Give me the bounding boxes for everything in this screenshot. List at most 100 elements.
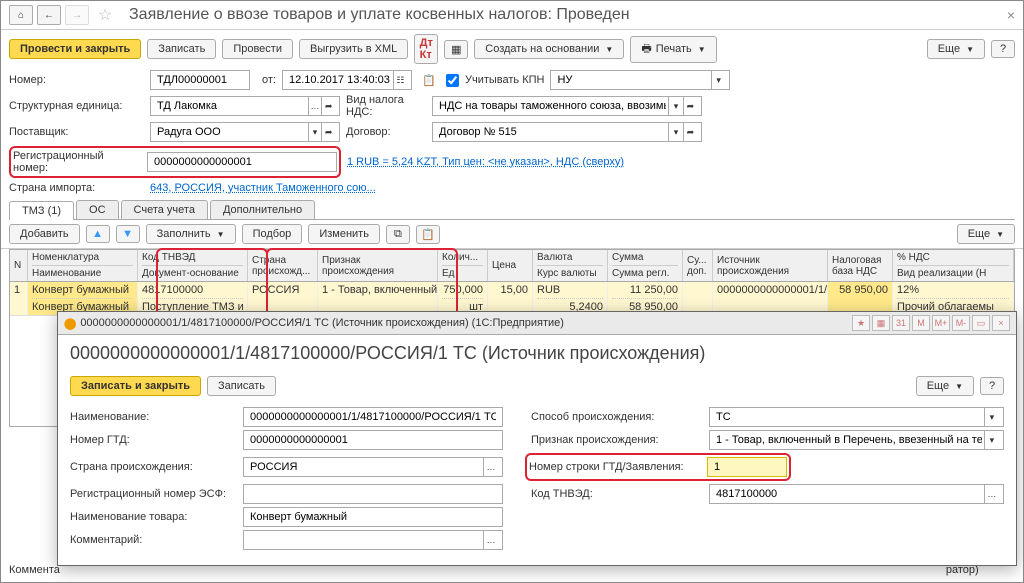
kpn-checkbox[interactable]: Учитывать КПН	[442, 71, 545, 90]
date-label: от:	[262, 74, 276, 86]
country-label: Страна происхождения:	[70, 461, 235, 473]
print-button[interactable]: 🖶 Печать▼	[630, 36, 716, 63]
add-button[interactable]: Добавить	[9, 224, 80, 244]
vat-label: Вид налога НДС:	[346, 94, 426, 118]
comment-label: Комментарий:	[70, 534, 235, 546]
back-icon[interactable]: ←	[37, 5, 61, 25]
reg-label: Регистрационный номер:	[13, 150, 141, 174]
copy-icon[interactable]: ⧉	[386, 225, 410, 244]
date-input[interactable]: ☷	[282, 70, 412, 90]
good-label: Наименование товара:	[70, 511, 235, 523]
name-label: Наименование:	[70, 411, 235, 423]
reg-highlight: Регистрационный номер:	[9, 146, 341, 178]
home-icon[interactable]: ⌂	[9, 5, 33, 25]
col-sign[interactable]: Признак происхождения	[318, 250, 438, 281]
write-button[interactable]: Записать	[147, 39, 216, 59]
edit-button[interactable]: Изменить	[308, 224, 380, 244]
dlg-save-close-button[interactable]: Записать и закрыть	[70, 376, 201, 396]
more-button[interactable]: Еще▼	[927, 39, 985, 59]
mplus-icon[interactable]: M+	[932, 315, 950, 331]
tab-tmz[interactable]: ТМЗ (1)	[9, 201, 74, 220]
dt-kt-icon[interactable]: ДтКт	[414, 34, 438, 64]
move-down-icon[interactable]: ▼	[116, 225, 140, 243]
mminus-icon[interactable]: M-	[952, 315, 970, 331]
forward-icon[interactable]: →	[65, 5, 89, 25]
star-icon[interactable]: ☆	[93, 5, 117, 25]
import-country-link[interactable]: 643, РОССИЯ, участник Таможенного сою...	[150, 182, 376, 194]
dlg-close-icon[interactable]: ×	[992, 315, 1010, 331]
col-n[interactable]: N	[10, 250, 28, 281]
clipboard-icon[interactable]: 📋	[418, 70, 436, 90]
col-vat[interactable]: % НДСВид реализации (Н	[893, 250, 1014, 281]
col-nomen[interactable]: НоменклатураНаименование	[28, 250, 138, 281]
report-icon[interactable]: ▦	[444, 40, 468, 59]
tab-accounts[interactable]: Счета учета	[121, 200, 208, 219]
col-qty[interactable]: Колич...Ед	[438, 250, 488, 281]
dlg-help-icon[interactable]: ?	[980, 377, 1004, 395]
contract-input[interactable]: ▾➦	[432, 122, 702, 142]
cal-icon[interactable]: 31	[892, 315, 910, 331]
supplier-label: Поставщик:	[9, 126, 144, 138]
reg-input[interactable]	[147, 152, 337, 172]
dialog-window-title: 0000000000000001/1/4817100000/РОССИЯ/1 Т…	[80, 317, 564, 329]
col-country[interactable]: Страна происхожд...	[248, 250, 318, 281]
col-tnved[interactable]: Код ТНВЭДДокумент-основание	[138, 250, 248, 281]
gtd-input[interactable]	[243, 430, 503, 450]
col-sum[interactable]: СуммаСумма регл.	[608, 250, 683, 281]
comment-input[interactable]: …	[243, 530, 503, 550]
dlg-more-button[interactable]: Еще▼	[916, 376, 974, 396]
col-base[interactable]: Налоговая база НДС	[828, 250, 893, 281]
sign-label: Признак происхождения:	[531, 434, 701, 446]
method-input[interactable]: ▾	[709, 407, 1004, 427]
vat-input[interactable]: ▾➦	[432, 96, 702, 116]
create-based-button[interactable]: Создать на основании▼	[474, 39, 624, 59]
dialog-titlebar: ⬤ 0000000000000001/1/4817100000/РОССИЯ/1…	[58, 312, 1016, 335]
org-label: Структурная единица:	[9, 100, 144, 112]
dialog-header: 0000000000000001/1/4817100000/РОССИЯ/1 Т…	[58, 335, 1016, 372]
number-input[interactable]	[150, 70, 250, 90]
country-input[interactable]: …	[243, 457, 503, 477]
page-title: Заявление о ввозе товаров и уплате косве…	[129, 6, 1003, 24]
sign-input[interactable]: ▾	[709, 430, 1004, 450]
fav-icon[interactable]: ★	[852, 315, 870, 331]
grid-more-button[interactable]: Еще▼	[957, 224, 1015, 244]
paste-icon[interactable]: 📋	[416, 225, 440, 244]
grid-header: N НоменклатураНаименование Код ТНВЭДДоку…	[10, 250, 1014, 282]
col-price[interactable]: Цена	[488, 250, 533, 281]
help-icon[interactable]: ?	[991, 40, 1015, 58]
col-curr[interactable]: ВалютаКурс валюты	[533, 250, 608, 281]
tab-extra[interactable]: Дополнительно	[210, 200, 315, 219]
good-input[interactable]	[243, 507, 503, 527]
calc-icon[interactable]: ▦	[872, 315, 890, 331]
app-icon: ⬤	[64, 317, 76, 330]
m-icon[interactable]: M	[912, 315, 930, 331]
col-src[interactable]: Источник происхождения	[713, 250, 828, 281]
line-input[interactable]	[707, 457, 787, 477]
move-up-icon[interactable]: ▲	[86, 225, 110, 243]
gtd-label: Номер ГТД:	[70, 434, 235, 446]
name-input[interactable]	[243, 407, 503, 427]
tnved-input[interactable]: …	[709, 484, 1004, 504]
post-and-close-button[interactable]: Провести и закрыть	[9, 39, 141, 59]
pick-button[interactable]: Подбор	[242, 224, 303, 244]
org-input[interactable]: …➦	[150, 96, 340, 116]
dropdown-icon[interactable]: ▾	[711, 71, 726, 89]
rate-link[interactable]: 1 RUB = 5,24 KZT, Тип цен: <не указан>, …	[347, 156, 624, 168]
col-su[interactable]: Су... доп.	[683, 250, 713, 281]
tnved-label: Код ТНВЭД:	[531, 488, 701, 500]
number-label: Номер:	[9, 74, 144, 86]
export-xml-button[interactable]: Выгрузить в XML	[299, 39, 408, 59]
close-icon[interactable]: ×	[1007, 7, 1015, 23]
import-country-label: Страна импорта:	[9, 182, 144, 194]
main-window: ⌂ ← → ☆ Заявление о ввозе товаров и упла…	[0, 0, 1024, 583]
tab-os[interactable]: ОС	[76, 200, 119, 219]
supplier-input[interactable]: ▾➦	[150, 122, 340, 142]
dlg-write-button[interactable]: Записать	[207, 376, 276, 396]
fill-button[interactable]: Заполнить▼	[146, 224, 236, 244]
calendar-icon[interactable]: ☷	[393, 71, 407, 89]
esf-input[interactable]	[243, 484, 503, 504]
titlebar: ⌂ ← → ☆ Заявление о ввозе товаров и упла…	[1, 1, 1023, 30]
kpn-input[interactable]: ▾	[550, 70, 730, 90]
min-icon[interactable]: ▭	[972, 315, 990, 331]
post-button[interactable]: Провести	[222, 39, 293, 59]
